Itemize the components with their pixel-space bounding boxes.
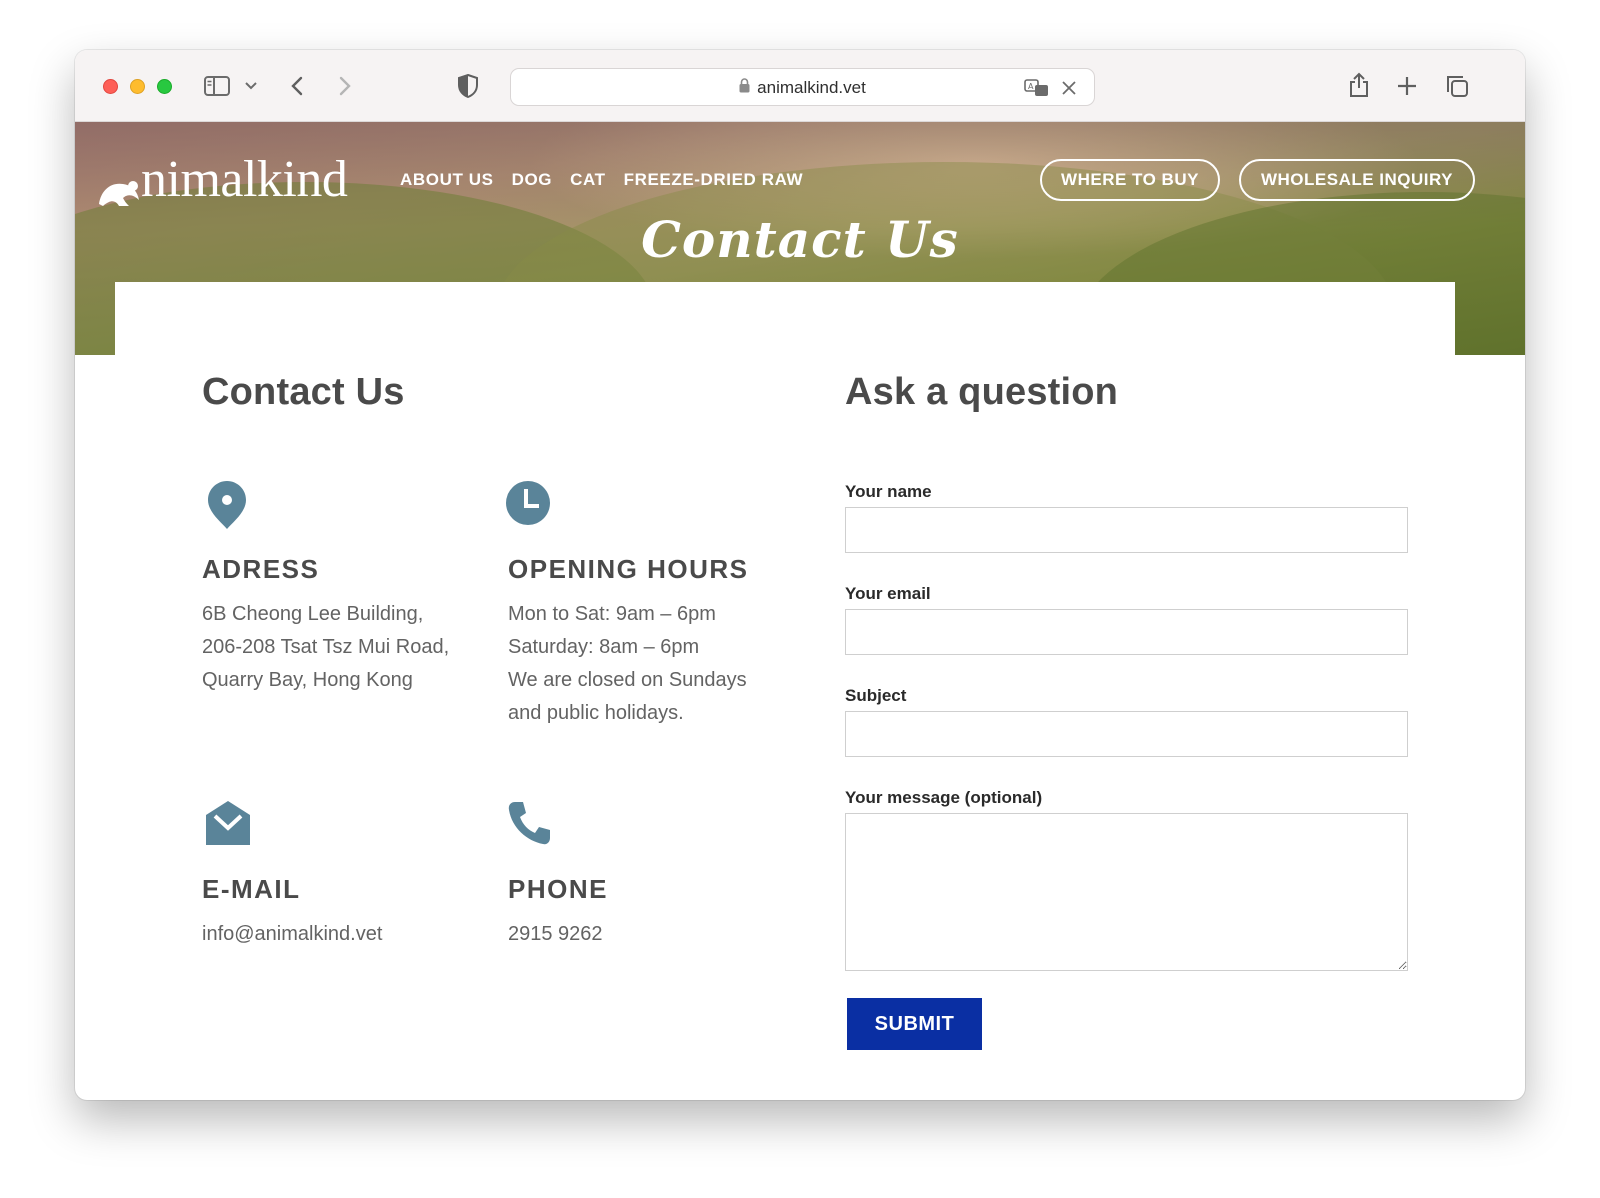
- nav-dog[interactable]: DOG: [512, 170, 553, 190]
- opening-hours-text: Mon to Sat: 9am – 6pm Saturday: 8am – 6p…: [508, 598, 747, 730]
- hero-title: Contact Us: [641, 210, 959, 269]
- close-icon[interactable]: [1059, 78, 1079, 98]
- ask-question-heading: Ask a question: [845, 371, 1119, 413]
- message-textarea[interactable]: [845, 813, 1408, 971]
- nav-freeze-dried-raw[interactable]: FREEZE-DRIED RAW: [624, 170, 804, 190]
- phone-title: PHONE: [508, 874, 608, 904]
- phone-value[interactable]: 2915 9262: [508, 918, 603, 951]
- email-title: E-MAIL: [202, 874, 301, 904]
- minimize-window-button[interactable]: [130, 79, 145, 94]
- subject-label: Subject: [845, 686, 907, 705]
- phone-icon: [507, 800, 551, 851]
- email-input[interactable]: [845, 609, 1408, 655]
- nav-about-us[interactable]: ABOUT US: [400, 170, 494, 190]
- translate-icon[interactable]: A: [1023, 77, 1051, 99]
- new-tab-plus-icon[interactable]: [1395, 74, 1419, 98]
- address-text: 6B Cheong Lee Building, 206-208 Tsat Tsz…: [202, 598, 449, 697]
- close-window-button[interactable]: [103, 79, 118, 94]
- name-label: Your name: [845, 482, 932, 501]
- hours-line: We are closed on Sundays: [508, 669, 747, 691]
- hours-line: Mon to Sat: 9am – 6pm: [508, 603, 716, 625]
- share-icon[interactable]: [1347, 70, 1371, 100]
- subject-input[interactable]: [845, 711, 1408, 757]
- address-line: 206-208 Tsat Tsz Mui Road,: [202, 636, 450, 658]
- address-bar[interactable]: animalkind.vet A: [510, 68, 1095, 106]
- animal-logo-icon: [99, 181, 139, 206]
- address-line: Quarry Bay, Hong Kong: [202, 669, 413, 691]
- tab-overview-icon[interactable]: [1443, 72, 1471, 100]
- svg-text:A: A: [1028, 82, 1034, 91]
- address-line: 6B Cheong Lee Building,: [202, 603, 424, 625]
- location-pin-icon: [206, 480, 248, 535]
- nav-cat[interactable]: CAT: [570, 170, 605, 190]
- site-logo[interactable]: nimalkind: [97, 150, 348, 208]
- where-to-buy-button[interactable]: WHERE TO BUY: [1040, 159, 1220, 201]
- zoom-window-button[interactable]: [157, 79, 172, 94]
- submit-button[interactable]: SUBMIT: [847, 998, 982, 1050]
- message-label: Your message (optional): [845, 788, 1043, 807]
- name-input[interactable]: [845, 507, 1408, 553]
- opening-hours-title: OPENING HOURS: [508, 554, 749, 584]
- hours-line: Saturday: 8am – 6pm: [508, 636, 700, 658]
- contact-us-heading: Contact Us: [202, 371, 405, 413]
- privacy-shield-icon[interactable]: [457, 72, 479, 100]
- email-label: Your email: [845, 584, 931, 603]
- hours-line: and public holidays.: [508, 702, 684, 724]
- main-nav: ABOUT US DOG CAT FREEZE-DRIED RAW: [400, 170, 803, 190]
- wholesale-inquiry-button[interactable]: WHOLESALE INQUIRY: [1239, 159, 1475, 201]
- sidebar-icon[interactable]: [203, 74, 231, 98]
- chevron-down-icon[interactable]: [243, 78, 259, 94]
- forward-arrow-icon[interactable]: [335, 73, 355, 99]
- address-title: ADRESS: [202, 554, 320, 584]
- clock-icon: [505, 480, 551, 531]
- back-arrow-icon[interactable]: [287, 73, 307, 99]
- email-value[interactable]: info@animalkind.vet: [202, 918, 382, 951]
- url-text: animalkind.vet: [757, 78, 866, 97]
- main-content: Contact Us ADRESS 6B Cheong Lee Building…: [115, 282, 1455, 1100]
- envelope-icon: [205, 800, 251, 851]
- logo-text: nimalkind: [141, 151, 348, 208]
- browser-toolbar: animalkind.vet A: [75, 50, 1525, 122]
- browser-window: animalkind.vet A nimalkind ABOUT US DOG …: [75, 50, 1525, 1100]
- lock-icon: [739, 78, 750, 98]
